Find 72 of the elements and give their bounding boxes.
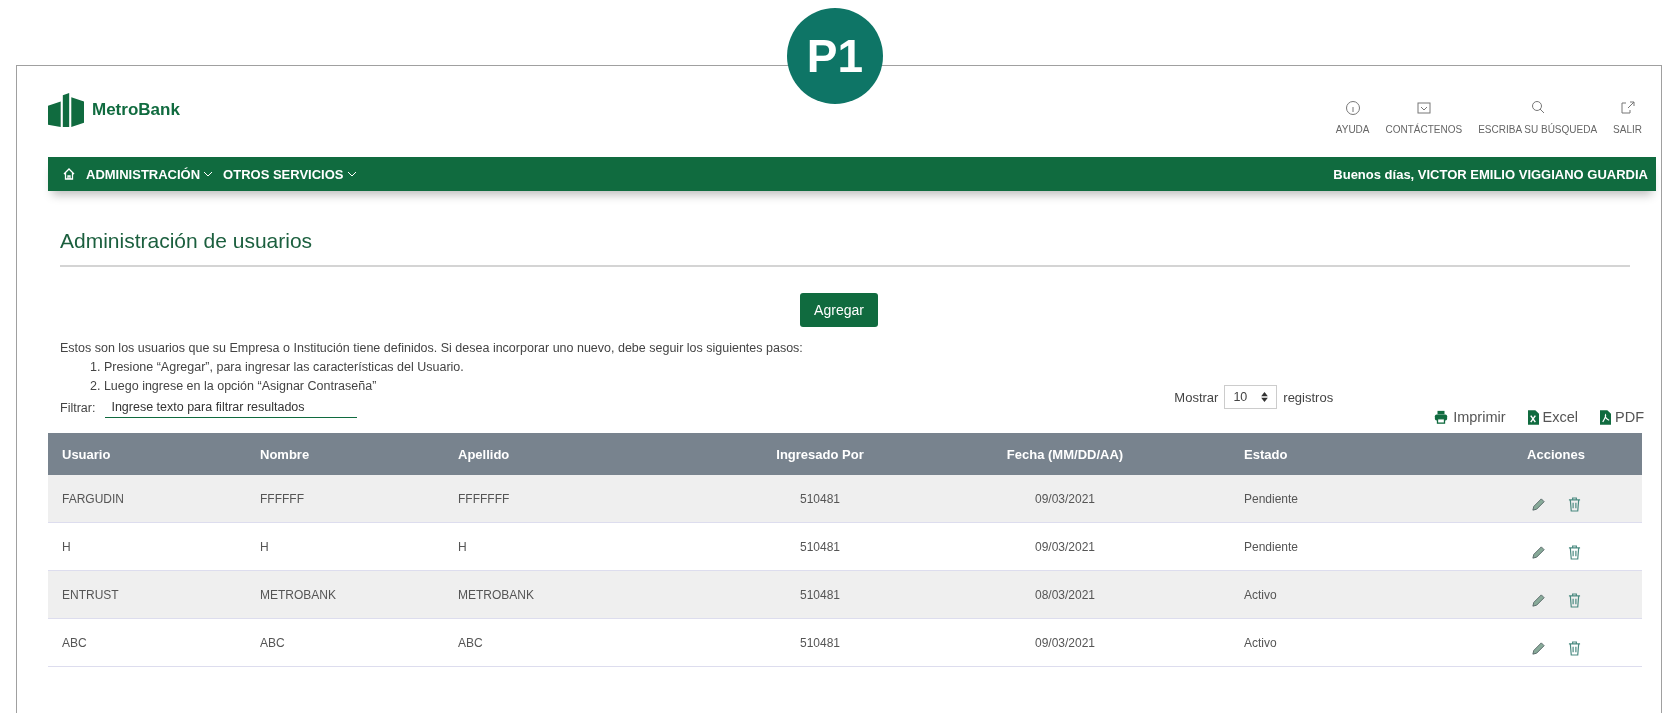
info-icon [1344, 100, 1361, 116]
table-cell-text: ENTRUST [61, 587, 120, 602]
filter-label: Filtrar: [60, 400, 96, 415]
column-header: Estado [1243, 446, 1289, 462]
column-header: Apellido [457, 446, 511, 462]
records-label: registros [1283, 389, 1334, 405]
edit-icon[interactable] [1531, 641, 1546, 656]
search-icon [1529, 100, 1546, 116]
delete-icon[interactable] [1568, 593, 1581, 608]
table-cell-text: 08/03/2021 [1033, 587, 1097, 602]
table-cell-text: H [259, 539, 270, 554]
table-cell-text: ABC [457, 635, 484, 650]
edit-icon[interactable] [1531, 593, 1546, 608]
column-header: Ingresado Por [775, 446, 865, 462]
envelope-icon [1415, 100, 1432, 116]
nav-menu[interactable]: ADMINISTRACIÓN [86, 166, 214, 182]
table-cell-text: 510481 [798, 491, 841, 506]
home-icon[interactable] [62, 167, 76, 181]
table-cell-text: 09/03/2021 [1033, 491, 1097, 506]
spreadsheet-file-icon [1527, 409, 1539, 425]
logo-text: MetroBank [92, 100, 180, 120]
delete-icon[interactable] [1568, 497, 1581, 512]
edit-icon[interactable] [1531, 545, 1546, 560]
export-button[interactable]: PDF [1600, 409, 1644, 425]
add-button[interactable]: Agregar [800, 293, 878, 327]
greeting: Buenos días, VICTOR EMILIO VIGGIANO GUARDIA [1333, 166, 1648, 182]
edit-icon[interactable] [1531, 497, 1546, 512]
page-size-select[interactable]: 10 [1224, 385, 1278, 409]
export-button[interactable]: Imprimir [1433, 409, 1506, 425]
column-header: Fecha (MM/DD/AA) [1005, 446, 1125, 462]
up-down-arrows-icon [1261, 392, 1269, 402]
table-cell-text: 510481 [798, 587, 841, 602]
table-cell-text: FFFFFF [259, 491, 305, 506]
table-cell-text: H [61, 539, 72, 554]
header-link[interactable]: AYUDA [1335, 100, 1370, 135]
delete-icon[interactable] [1568, 641, 1581, 656]
column-header: Nombre [259, 446, 311, 462]
table-cell-text: FARGUDIN [61, 491, 125, 506]
bank-logo-icon [48, 93, 84, 127]
table-cell-text: 510481 [798, 635, 841, 650]
nav-menu[interactable]: OTROS SERVICIOS [223, 166, 357, 182]
step-badge: P1 [787, 8, 883, 104]
table-cell-text: Activo [1243, 587, 1278, 602]
show-label: Mostrar [1174, 389, 1219, 405]
table-cell-text: ABC [61, 635, 88, 650]
chevron-down-icon [346, 171, 357, 177]
table-cell-text: Activo [1243, 635, 1278, 650]
header-link[interactable]: CONTÁCTENOS [1385, 100, 1463, 135]
step-text: 2. Luego ingrese en la opción “Asignar Contraseña” [90, 379, 378, 393]
table-cell-text: 09/03/2021 [1033, 539, 1097, 554]
delete-icon[interactable] [1568, 545, 1581, 560]
exit-icon [1619, 100, 1636, 116]
export-button[interactable]: Excel [1527, 409, 1578, 425]
table-cell-text: 09/03/2021 [1033, 635, 1097, 650]
table-cell-text: Pendiente [1243, 539, 1300, 554]
table-cell-text: METROBANK [259, 587, 337, 602]
header-link[interactable]: ESCRIBA SU BÚSQUEDA [1478, 100, 1598, 135]
header-link[interactable]: SALIR [1613, 100, 1642, 135]
table-cell-text: H [457, 539, 468, 554]
table-cell-text: ABC [259, 635, 286, 650]
chevron-down-icon [203, 171, 214, 177]
pdf-file-icon [1600, 409, 1611, 425]
table-cell-text: FFFFFFF [457, 491, 511, 506]
intro-text: Estos son los usuarios que su Empresa o Institución tiene definidos. Si desea incorporar uno nuevo, debe seguir los siguientes pasos: [60, 341, 804, 355]
column-header: Usuario [61, 446, 112, 462]
printer-icon [1433, 410, 1450, 424]
table-cell-text: 510481 [798, 539, 841, 554]
page-title: Administración de usuarios [60, 229, 314, 254]
table-cell-text: METROBANK [457, 587, 535, 602]
table-cell-text: Pendiente [1243, 491, 1300, 506]
step-text: 1. Presione “Agregar”, para ingresar las características del Usuario. [90, 360, 465, 374]
column-header: Acciones [1526, 446, 1586, 462]
